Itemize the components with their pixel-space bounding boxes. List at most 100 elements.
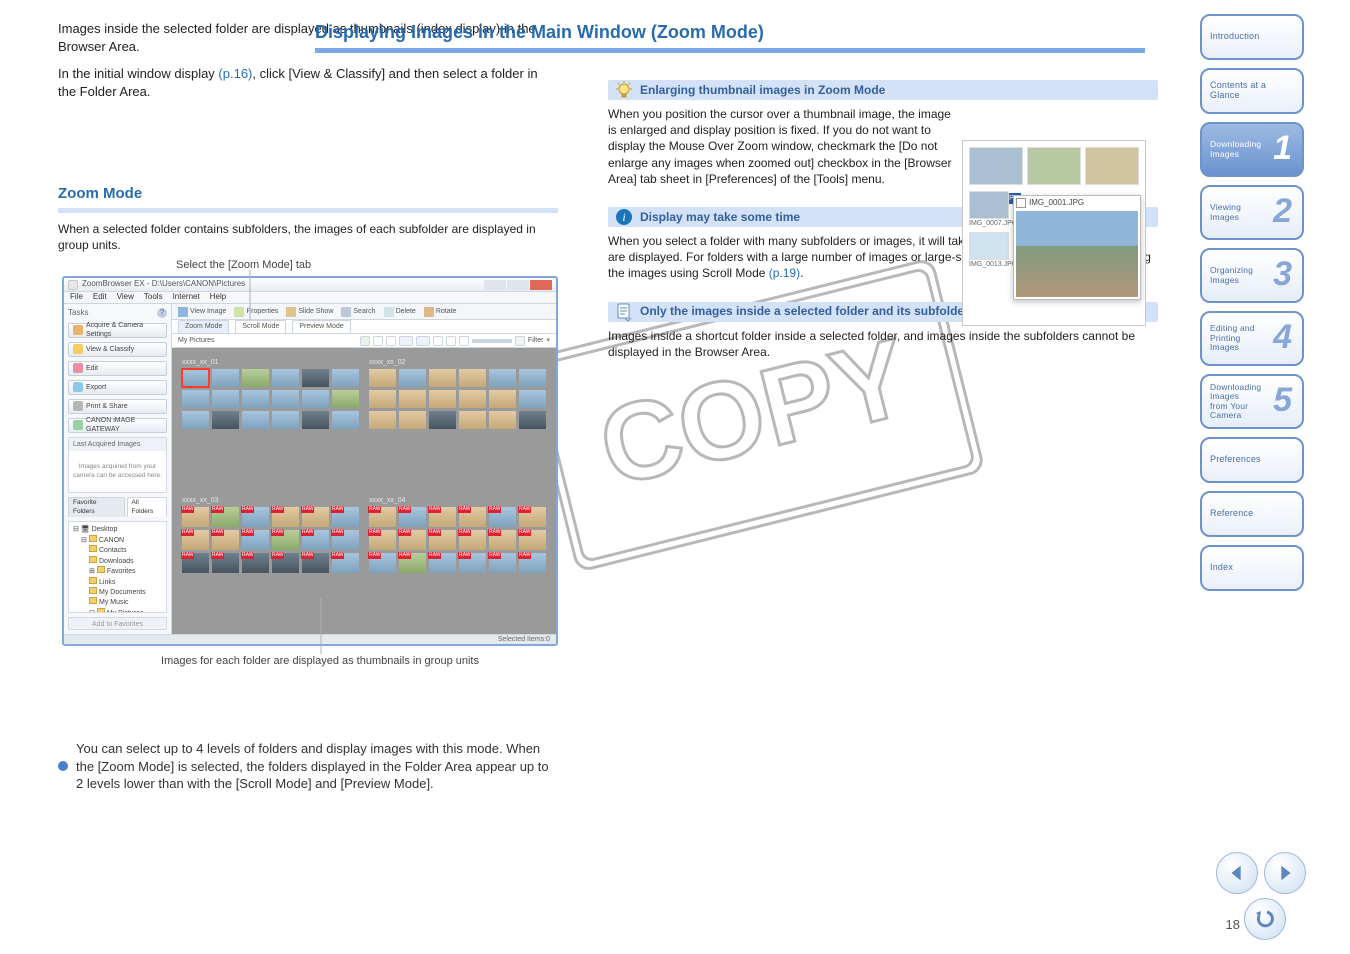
- group-3[interactable]: xxxx_xx_03: [182, 496, 359, 624]
- thumb[interactable]: [429, 411, 456, 429]
- thumb[interactable]: [212, 369, 239, 387]
- thumb[interactable]: [519, 390, 546, 408]
- thumb-raw[interactable]: [212, 530, 239, 550]
- thumb[interactable]: [459, 390, 486, 408]
- thumb-raw[interactable]: [459, 553, 486, 573]
- zoom-in-icon[interactable]: [446, 336, 456, 346]
- thumb[interactable]: [369, 369, 396, 387]
- group-1[interactable]: xxxx_xx_01: [182, 358, 359, 486]
- thumb[interactable]: [212, 411, 239, 429]
- nav-preferences[interactable]: Preferences: [1200, 437, 1304, 483]
- thumb-raw[interactable]: [399, 530, 426, 550]
- thumb[interactable]: [489, 369, 516, 387]
- nav-chapter-4[interactable]: Editing andPrinting Images4: [1200, 311, 1304, 366]
- thumb-raw[interactable]: [459, 507, 486, 527]
- thumb-raw[interactable]: [489, 507, 516, 527]
- thumb-raw[interactable]: [519, 530, 546, 550]
- nav-fwd-icon[interactable]: [373, 336, 383, 346]
- tree-music[interactable]: My Music: [73, 597, 162, 607]
- thumb-raw[interactable]: [302, 507, 329, 527]
- thumb-raw[interactable]: [429, 507, 456, 527]
- thumb-raw[interactable]: [369, 530, 396, 550]
- thumb[interactable]: [489, 411, 516, 429]
- thumb-raw[interactable]: [302, 553, 329, 573]
- help-icon[interactable]: ?: [157, 308, 167, 318]
- prev-page-button[interactable]: [1216, 852, 1258, 894]
- thumb-raw[interactable]: [212, 507, 239, 527]
- filter-label[interactable]: Filter: [528, 336, 544, 345]
- task-view-classify[interactable]: View & Classify: [68, 342, 167, 357]
- mode-preview[interactable]: Preview Mode: [292, 320, 350, 332]
- thumb[interactable]: [399, 411, 426, 429]
- thumb-raw[interactable]: [429, 530, 456, 550]
- menu-tools[interactable]: Tools: [144, 292, 163, 303]
- nav-reference[interactable]: Reference: [1200, 491, 1304, 537]
- group-4[interactable]: xxxx_xx_04: [369, 496, 546, 624]
- folder-tree[interactable]: ⊟ 🖥 Desktop ⊟ CANON Contacts Downloads ⊞…: [68, 521, 167, 613]
- thumb-raw[interactable]: [369, 507, 396, 527]
- tab-all-folders[interactable]: All Folders: [127, 497, 167, 518]
- thumb[interactable]: [459, 369, 486, 387]
- thumb[interactable]: [399, 369, 426, 387]
- tree-desktop[interactable]: ⊟ 🖥 Desktop: [73, 525, 162, 534]
- tree-downloads[interactable]: Downloads: [73, 556, 162, 566]
- thumb-raw[interactable]: [182, 530, 209, 550]
- zoom-slider[interactable]: [472, 339, 512, 343]
- add-to-favorites-button[interactable]: Add to Favorites: [68, 617, 167, 630]
- thumb-raw[interactable]: [242, 553, 269, 573]
- tool-properties[interactable]: Properties: [234, 307, 278, 317]
- maximize-button[interactable]: [507, 280, 529, 290]
- thumb[interactable]: [302, 390, 329, 408]
- thumb[interactable]: [332, 369, 359, 387]
- thumb[interactable]: [429, 369, 456, 387]
- tree-favorites[interactable]: ⊞ Favorites: [73, 566, 162, 576]
- thumb[interactable]: [272, 411, 299, 429]
- thumb-raw[interactable]: [272, 507, 299, 527]
- folder-tabs[interactable]: Favorite Folders All Folders: [68, 497, 167, 518]
- thumb-raw[interactable]: [212, 553, 239, 573]
- thumb[interactable]: [369, 411, 396, 429]
- tool-rotate[interactable]: Rotate: [424, 307, 457, 317]
- thumb[interactable]: [182, 390, 209, 408]
- tab-favorite-folders[interactable]: Favorite Folders: [68, 497, 125, 518]
- tool-slideshow[interactable]: Slide Show: [286, 307, 333, 317]
- filter-icon[interactable]: [515, 336, 525, 346]
- return-button[interactable]: [1244, 898, 1286, 940]
- group-2[interactable]: xxxx_xx_02: [369, 358, 546, 486]
- thumb-raw[interactable]: [399, 553, 426, 573]
- thumb-raw[interactable]: [332, 530, 359, 550]
- tree-documents[interactable]: My Documents: [73, 587, 162, 597]
- thumb[interactable]: [272, 369, 299, 387]
- star-filter-icon[interactable]: [399, 336, 413, 346]
- thumbnail-grid[interactable]: xxxx_xx_01: [172, 348, 556, 634]
- next-page-button[interactable]: [1264, 852, 1306, 894]
- thumb-raw[interactable]: [272, 530, 299, 550]
- mode-zoom[interactable]: Zoom Mode: [178, 320, 229, 332]
- close-button[interactable]: [530, 280, 552, 290]
- nav-chapter-2[interactable]: ViewingImages2: [1200, 185, 1304, 240]
- info-toggle-icon[interactable]: [416, 336, 430, 346]
- tree-mypictures[interactable]: ⊟ My Pictures: [73, 608, 162, 613]
- thumb[interactable]: [369, 390, 396, 408]
- task-print-share[interactable]: Print & Share: [68, 399, 167, 414]
- thumb-raw[interactable]: [519, 507, 546, 527]
- task-export[interactable]: Export: [68, 380, 167, 395]
- thumb[interactable]: [332, 390, 359, 408]
- thumb[interactable]: [302, 369, 329, 387]
- thumb-raw[interactable]: [459, 530, 486, 550]
- thumb-raw[interactable]: [182, 507, 209, 527]
- thumb-raw[interactable]: [489, 553, 516, 573]
- task-edit[interactable]: Edit: [68, 361, 167, 376]
- nav-chapter-1[interactable]: DownloadingImages1: [1200, 122, 1304, 177]
- page-ref-link[interactable]: (p.16): [218, 66, 252, 81]
- nav-contents[interactable]: Contents at a Glance: [1200, 68, 1304, 114]
- nav-up-icon[interactable]: [386, 336, 396, 346]
- thumb[interactable]: [242, 390, 269, 408]
- tree-contacts[interactable]: Contacts: [73, 545, 162, 555]
- thumb-raw[interactable]: [369, 553, 396, 573]
- tree-canon[interactable]: ⊟ CANON: [73, 535, 162, 545]
- nav-introduction[interactable]: Introduction: [1200, 14, 1304, 60]
- mode-scroll[interactable]: Scroll Mode: [235, 320, 286, 332]
- nav-chapter-5[interactable]: Downloading Imagesfrom Your Camera5: [1200, 374, 1304, 429]
- zoom-out-icon[interactable]: [433, 336, 443, 346]
